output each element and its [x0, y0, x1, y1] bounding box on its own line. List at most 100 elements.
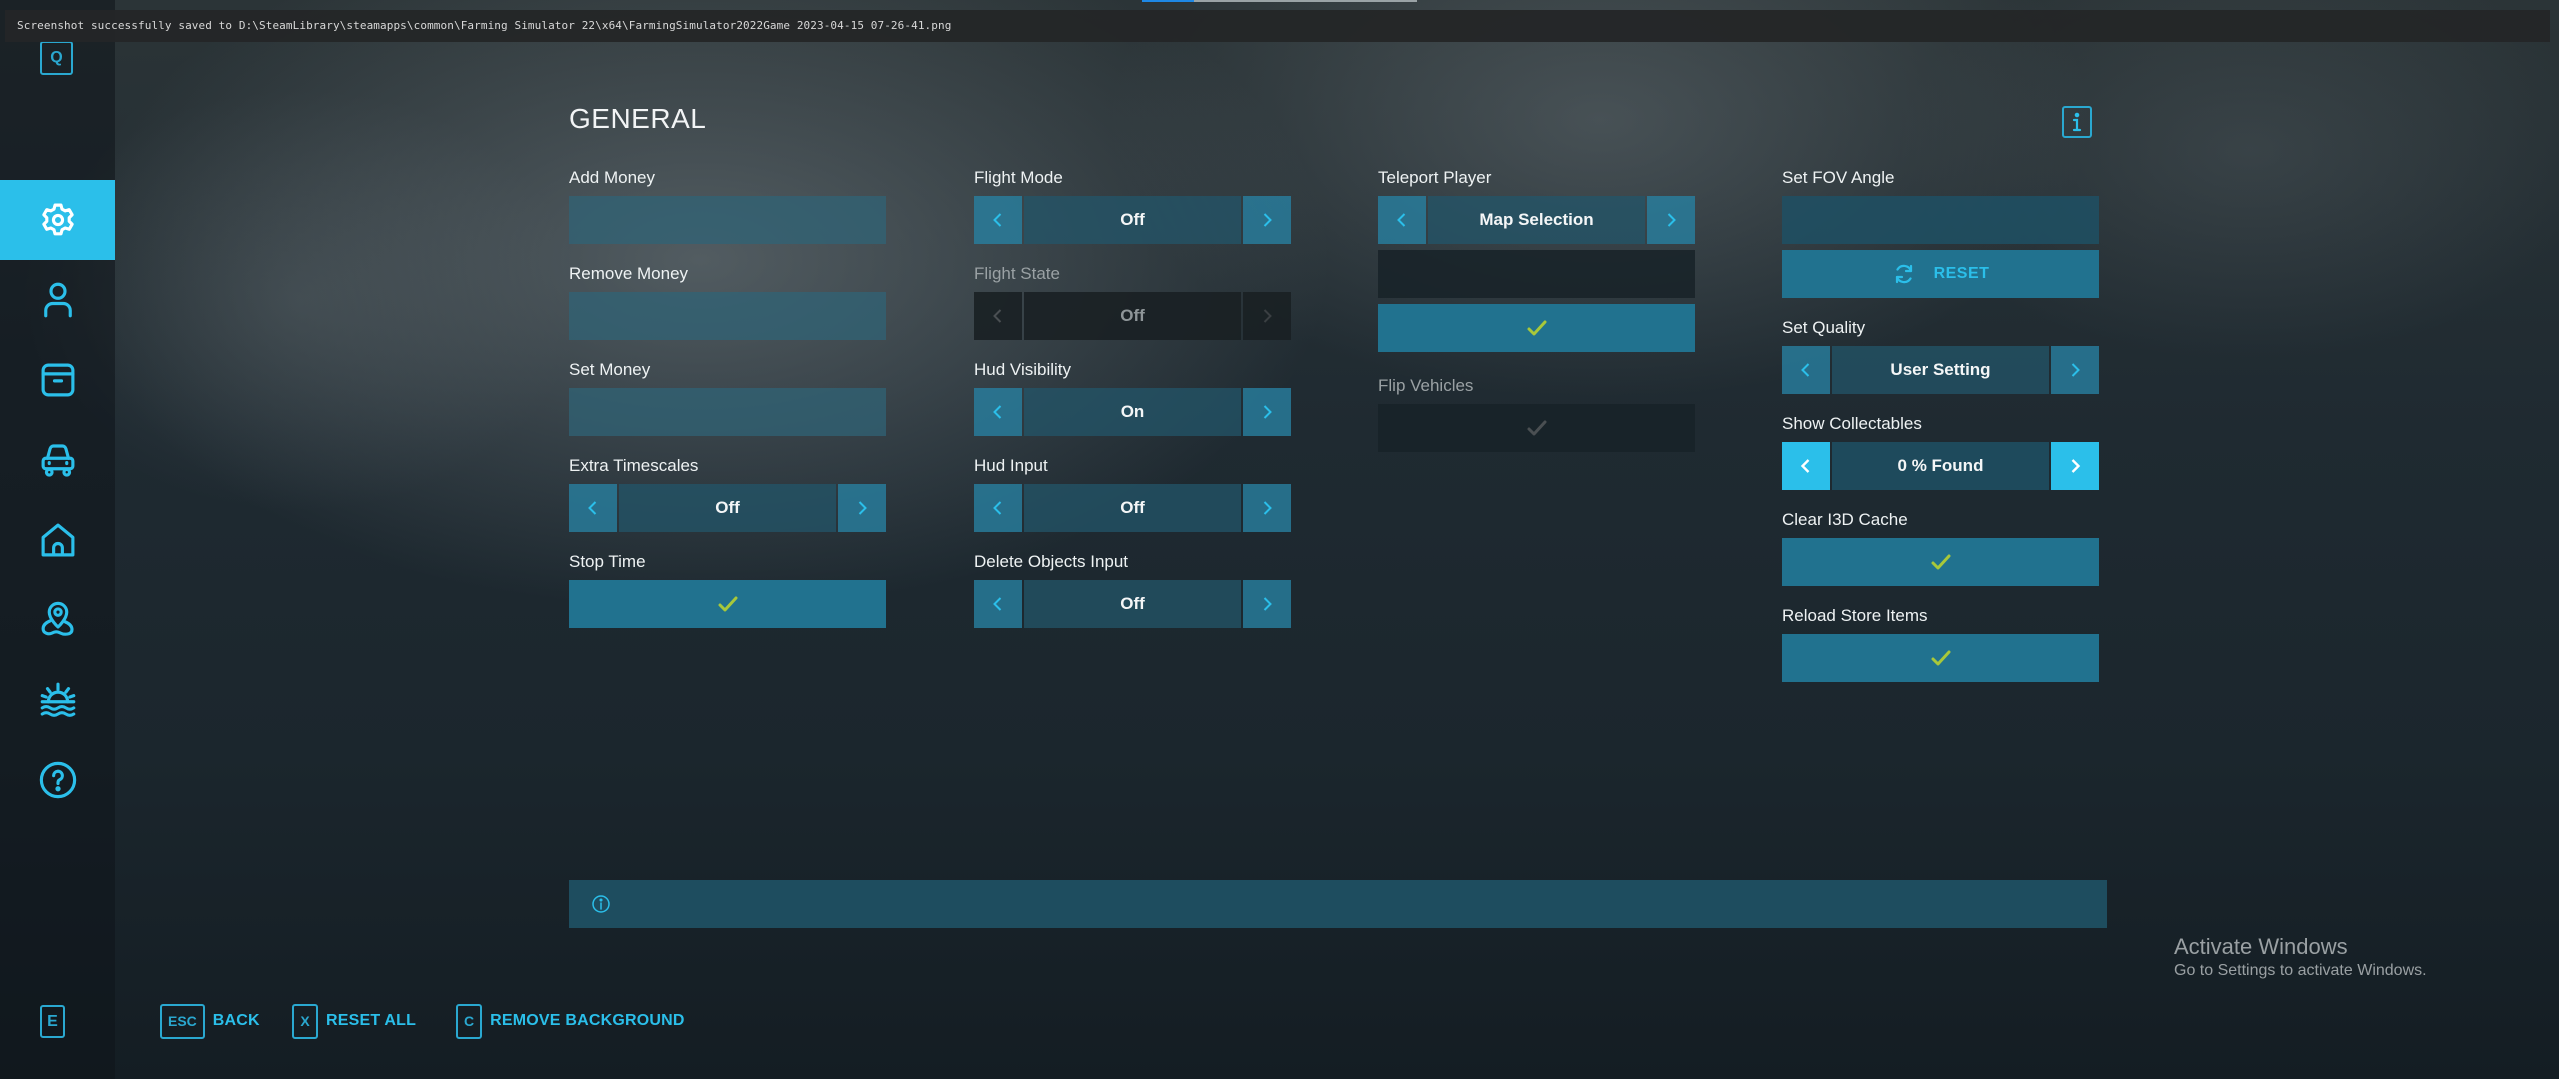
flight-mode-field: Flight Mode Off — [974, 168, 1291, 244]
set-quality-stepper: User Setting — [1782, 346, 2099, 394]
flight-state-prev-button — [974, 292, 1022, 340]
set-fov-angle-field: Set FOV Angle RESET — [1782, 168, 2099, 298]
prev-tab-key-hint[interactable]: Q — [40, 41, 73, 75]
sidebar-item-player[interactable] — [0, 260, 115, 340]
set-quality-value: User Setting — [1832, 346, 2049, 394]
reload-store-items-button[interactable] — [1782, 634, 2099, 682]
sidebar-item-map[interactable] — [0, 580, 115, 660]
add-money-label: Add Money — [569, 168, 655, 187]
next-tab-key-hint[interactable]: E — [40, 1005, 65, 1038]
screenshot-notification: Screenshot successfully saved to D:\Stea… — [5, 10, 2550, 42]
top-progress-bar — [1142, 0, 1417, 2]
chevron-right-icon — [1263, 501, 1272, 515]
set-fov-angle-label: Set FOV Angle — [1782, 168, 1895, 187]
stop-time-field: Stop Time — [569, 552, 886, 628]
windows-activation-subtitle: Go to Settings to activate Windows. — [2174, 962, 2427, 979]
clear-i3d-cache-field: Clear I3D Cache — [1782, 510, 2099, 586]
teleport-player-value: Map Selection — [1428, 196, 1645, 244]
show-collectables-next-button[interactable] — [2051, 442, 2099, 490]
windows-activation-title: Activate Windows — [2174, 934, 2348, 959]
extra-timescales-next-button[interactable] — [838, 484, 886, 532]
sun-water-icon — [40, 682, 75, 717]
sidebar-item-farm[interactable] — [0, 500, 115, 580]
sidebar-item-storage[interactable] — [0, 340, 115, 420]
checkmark-icon — [1527, 320, 1546, 336]
fov-reset-label: RESET — [1933, 265, 1990, 282]
back-button[interactable]: ESC BACK — [160, 1003, 260, 1039]
back-label: BACK — [212, 1012, 260, 1029]
chevron-right-icon — [2071, 363, 2080, 377]
remove-money-input[interactable] — [569, 292, 886, 340]
set-quality-next-button[interactable] — [2051, 346, 2099, 394]
set-money-label: Set Money — [569, 360, 651, 379]
flip-vehicles-field: Flip Vehicles — [1378, 376, 1695, 452]
remove-money-field: Remove Money — [569, 264, 886, 340]
hud-input-stepper: Off — [974, 484, 1291, 532]
flight-mode-stepper: Off — [974, 196, 1291, 244]
set-money-field: Set Money — [569, 360, 886, 436]
gear-icon — [41, 203, 74, 236]
chevron-left-icon — [1801, 363, 1810, 377]
sidebar-item-general[interactable] — [0, 180, 115, 260]
sidebar-item-help[interactable] — [0, 740, 115, 820]
hud-input-field: Hud Input Off — [974, 456, 1291, 532]
chevron-left-icon — [993, 501, 1002, 515]
chevron-right-icon — [1263, 597, 1272, 611]
remove-background-key-hint: C — [456, 1003, 483, 1039]
fov-reset-button[interactable]: RESET — [1782, 250, 2099, 298]
hud-visibility-stepper: On — [974, 388, 1291, 436]
sidebar-item-environment[interactable] — [0, 660, 115, 740]
show-collectables-label: Show Collectables — [1782, 414, 1922, 433]
flip-vehicles-button — [1378, 404, 1695, 452]
chevron-right-icon — [1263, 213, 1272, 227]
show-collectables-field: Show Collectables 0 % Found — [1782, 414, 2099, 490]
flight-mode-value: Off — [1024, 196, 1241, 244]
chevron-right-icon — [1667, 213, 1676, 227]
add-money-field: Add Money — [569, 168, 886, 244]
sidebar: Q E — [0, 0, 115, 1079]
hud-visibility-prev-button[interactable] — [974, 388, 1022, 436]
add-money-input[interactable] — [569, 196, 886, 244]
hud-input-prev-button[interactable] — [974, 484, 1022, 532]
chevron-left-icon — [993, 309, 1002, 323]
set-quality-prev-button[interactable] — [1782, 346, 1830, 394]
delete-objects-input-stepper: Off — [974, 580, 1291, 628]
info-icon — [2072, 112, 2082, 132]
flight-state-next-button — [1243, 292, 1291, 340]
hud-visibility-next-button[interactable] — [1243, 388, 1291, 436]
checkmark-icon — [1527, 420, 1546, 436]
flight-mode-next-button[interactable] — [1243, 196, 1291, 244]
reset-all-key-hint: X — [292, 1003, 318, 1039]
reload-store-items-field: Reload Store Items — [1782, 606, 2099, 682]
delete-objects-input-prev-button[interactable] — [974, 580, 1022, 628]
sidebar-item-vehicles[interactable] — [0, 420, 115, 500]
map-pin-icon — [41, 601, 74, 636]
teleport-player-field: Teleport Player Map Selection — [1378, 168, 1695, 352]
chevron-left-icon — [993, 213, 1002, 227]
delete-objects-input-value: Off — [1024, 580, 1241, 628]
hud-input-next-button[interactable] — [1243, 484, 1291, 532]
show-collectables-prev-button[interactable] — [1782, 442, 1830, 490]
extra-timescales-field: Extra Timescales Off — [569, 456, 886, 532]
teleport-player-prev-button[interactable] — [1378, 196, 1426, 244]
set-fov-angle-input[interactable] — [1782, 196, 2099, 244]
teleport-player-next-button[interactable] — [1647, 196, 1695, 244]
info-bar — [569, 880, 2107, 928]
flight-mode-prev-button[interactable] — [974, 196, 1022, 244]
extra-timescales-value: Off — [619, 484, 836, 532]
stop-time-button[interactable] — [569, 580, 886, 628]
flight-mode-label: Flight Mode — [974, 168, 1063, 187]
remove-background-button[interactable]: C REMOVE BACKGROUND — [456, 1003, 685, 1039]
extra-timescales-prev-button[interactable] — [569, 484, 617, 532]
set-quality-label: Set Quality — [1782, 318, 1866, 337]
delete-objects-input-next-button[interactable] — [1243, 580, 1291, 628]
extra-timescales-stepper: Off — [569, 484, 886, 532]
clear-i3d-cache-button[interactable] — [1782, 538, 2099, 586]
reset-all-button[interactable]: X RESET ALL — [292, 1003, 416, 1039]
info-button[interactable] — [2062, 106, 2092, 138]
teleport-confirm-button[interactable] — [1378, 304, 1695, 352]
hud-input-value: Off — [1024, 484, 1241, 532]
teleport-coordinates-input[interactable] — [1378, 250, 1695, 298]
flip-vehicles-label: Flip Vehicles — [1378, 376, 1474, 395]
set-money-input[interactable] — [569, 388, 886, 436]
